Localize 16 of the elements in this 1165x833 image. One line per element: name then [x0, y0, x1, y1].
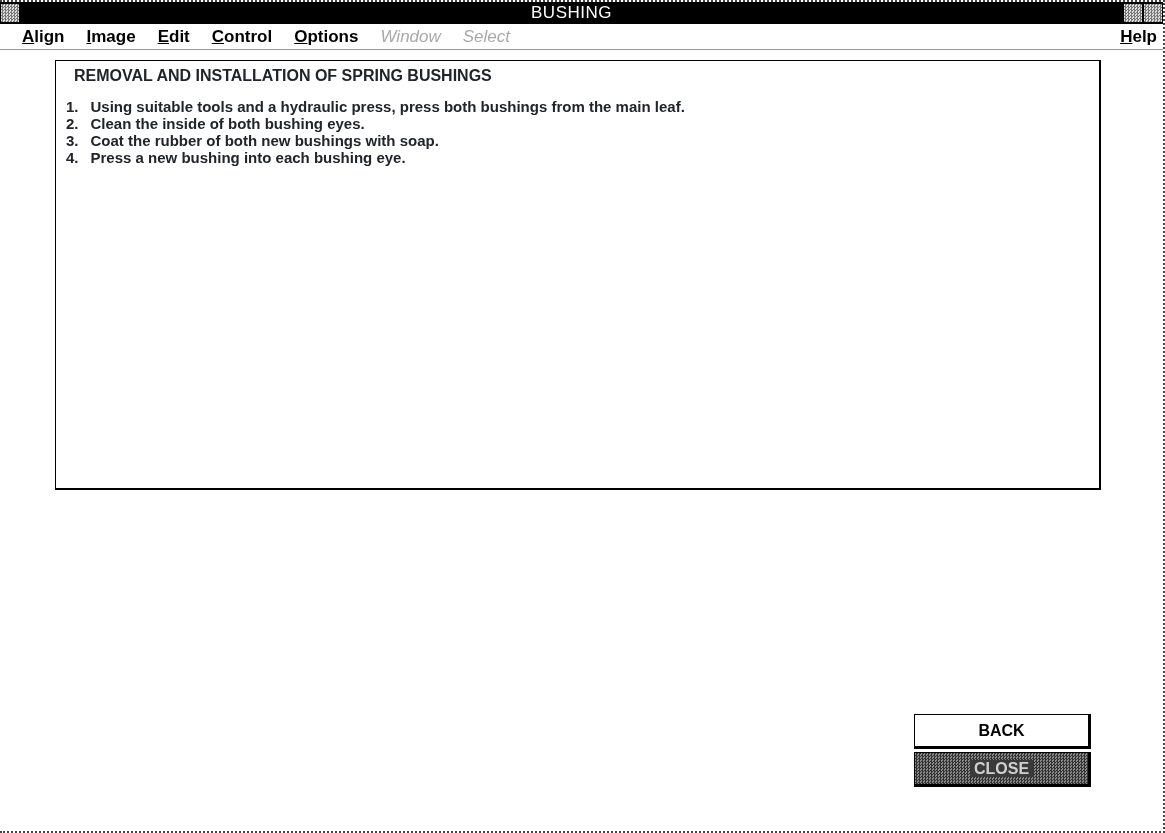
- menu-item[interactable]: Options: [294, 23, 359, 50]
- minimize-icon[interactable]: [1123, 3, 1143, 23]
- system-menu-icon[interactable]: [0, 3, 20, 23]
- panel-heading: REMOVAL AND INSTALLATION OF SPRING BUSHINGS: [74, 67, 493, 84]
- instruction-step: 2. Clean the inside of both bushing eyes.: [66, 115, 856, 132]
- help-menu[interactable]: Help: [1120, 23, 1157, 50]
- instruction-step: 3. Coat the rubber of both new bushings with soap.: [66, 132, 856, 149]
- maximize-icon[interactable]: [1143, 3, 1163, 23]
- menu-item[interactable]: Control: [211, 23, 273, 50]
- dialog-button[interactable]: BACK: [914, 714, 1091, 749]
- menu-item[interactable]: Image: [86, 23, 136, 50]
- menu-item[interactable]: Edit: [157, 23, 190, 50]
- window-title: BUSHING: [530, 2, 613, 25]
- menu-item[interactable]: Align: [22, 23, 65, 50]
- instruction-step: 1. Using suitable tools and a hydraulic press, press both bushings from the main leaf.: [66, 98, 856, 115]
- instruction-step: 4. Press a new bushing into each bushing eye.: [66, 149, 856, 166]
